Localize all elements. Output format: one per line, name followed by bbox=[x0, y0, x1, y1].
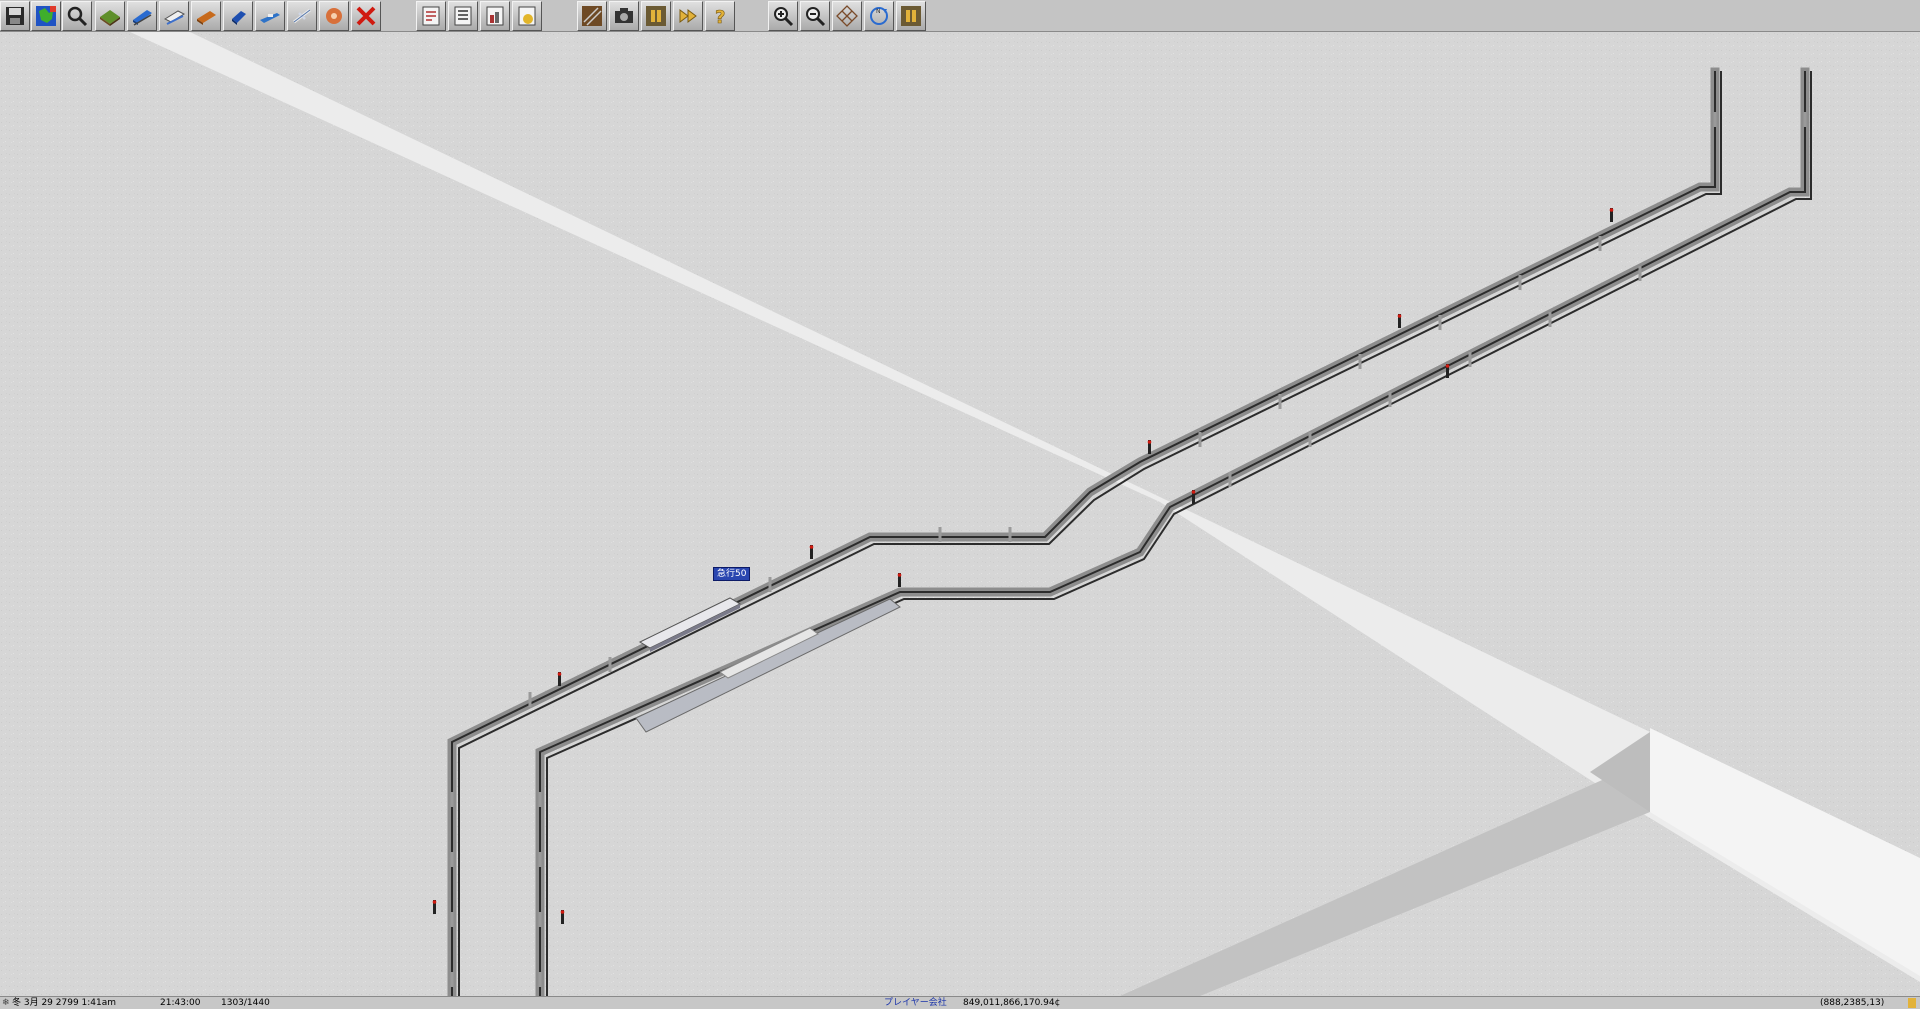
special-construction-icon bbox=[326, 8, 342, 24]
convoy-list-button[interactable] bbox=[448, 1, 478, 31]
world-map-icon bbox=[36, 6, 56, 26]
status-bar: ❄ 冬 3月 29 2799 1:41am 21:43:00 1303/1440… bbox=[0, 996, 1920, 1009]
road-tools-button[interactable] bbox=[223, 1, 253, 31]
company-money: 849,011,866,170.94¢ bbox=[963, 998, 1061, 1008]
remove-x-icon bbox=[356, 6, 376, 26]
help-question-icon: ? bbox=[715, 7, 726, 27]
tram-tools-button[interactable] bbox=[191, 1, 221, 31]
inspect-button[interactable] bbox=[62, 1, 92, 31]
help-button[interactable]: ? bbox=[705, 1, 735, 31]
game-date: 冬 3月 29 2799 1:41am bbox=[12, 998, 117, 1008]
real-time: 21:43:00 bbox=[160, 998, 201, 1008]
line-management-icon bbox=[422, 6, 440, 26]
save-disk-icon bbox=[6, 7, 24, 25]
settings-button[interactable] bbox=[577, 1, 607, 31]
snow-ground[interactable] bbox=[0, 32, 1920, 996]
magnifier-icon bbox=[67, 6, 88, 27]
terrain-slope-icon bbox=[100, 10, 120, 26]
fast-forward-button[interactable] bbox=[673, 1, 703, 31]
remove-button[interactable] bbox=[351, 1, 381, 31]
zoom-out-icon bbox=[806, 7, 826, 27]
cursor-coordinates: (888,2385,13) bbox=[1820, 998, 1885, 1008]
rotate-view-button[interactable]: N bbox=[864, 1, 894, 31]
pause-button[interactable] bbox=[641, 1, 671, 31]
world-canvas[interactable] bbox=[0, 32, 1920, 996]
tram-icon bbox=[197, 11, 216, 25]
railway-train-icon bbox=[133, 10, 152, 26]
convoy-list-icon bbox=[454, 6, 472, 26]
ship-icon bbox=[260, 13, 280, 23]
special-tools-button[interactable] bbox=[319, 1, 349, 31]
minimap-button[interactable] bbox=[31, 1, 61, 31]
airplane-icon bbox=[293, 8, 311, 24]
pause-button-2[interactable] bbox=[896, 1, 926, 31]
grid-toggle-button[interactable] bbox=[832, 1, 862, 31]
grid-icon bbox=[836, 5, 858, 27]
pause-icon bbox=[646, 6, 666, 26]
rail-settings-icon bbox=[582, 6, 602, 26]
zoom-in-button[interactable] bbox=[768, 1, 798, 31]
camera-icon bbox=[615, 8, 633, 23]
tick-counter: 1303/1440 bbox=[221, 998, 270, 1008]
ship-tools-button[interactable] bbox=[255, 1, 285, 31]
snowflake-icon: ❄ bbox=[2, 998, 10, 1008]
city-list-button[interactable] bbox=[480, 1, 510, 31]
pause-icon bbox=[901, 6, 921, 26]
monorail-tools-button[interactable] bbox=[159, 1, 189, 31]
svg-text:?: ? bbox=[715, 7, 725, 27]
company-name: プレイヤー会社 bbox=[884, 998, 947, 1008]
city-list-icon bbox=[486, 6, 504, 26]
rail-tools-button[interactable] bbox=[127, 1, 157, 31]
game-world-view[interactable]: 急行50 bbox=[0, 32, 1920, 996]
finance-icon bbox=[518, 6, 536, 26]
fast-forward-icon bbox=[679, 9, 697, 23]
line-management-button[interactable] bbox=[416, 1, 446, 31]
landscape-tools-button[interactable] bbox=[95, 1, 125, 31]
save-button[interactable] bbox=[0, 1, 30, 31]
road-vehicle-icon bbox=[232, 11, 246, 25]
svg-text:N: N bbox=[876, 8, 881, 15]
finances-button[interactable] bbox=[512, 1, 542, 31]
air-tools-button[interactable] bbox=[287, 1, 317, 31]
monorail-icon bbox=[163, 10, 185, 25]
zoom-in-icon bbox=[774, 7, 794, 27]
zoom-out-button[interactable] bbox=[800, 1, 830, 31]
screenshot-button[interactable] bbox=[609, 1, 639, 31]
convoy-name-label[interactable]: 急行50 bbox=[713, 567, 751, 581]
main-toolbar: ? N bbox=[0, 0, 1920, 32]
status-indicator bbox=[1908, 998, 1916, 1008]
compass-rotate-icon: N bbox=[870, 7, 888, 25]
